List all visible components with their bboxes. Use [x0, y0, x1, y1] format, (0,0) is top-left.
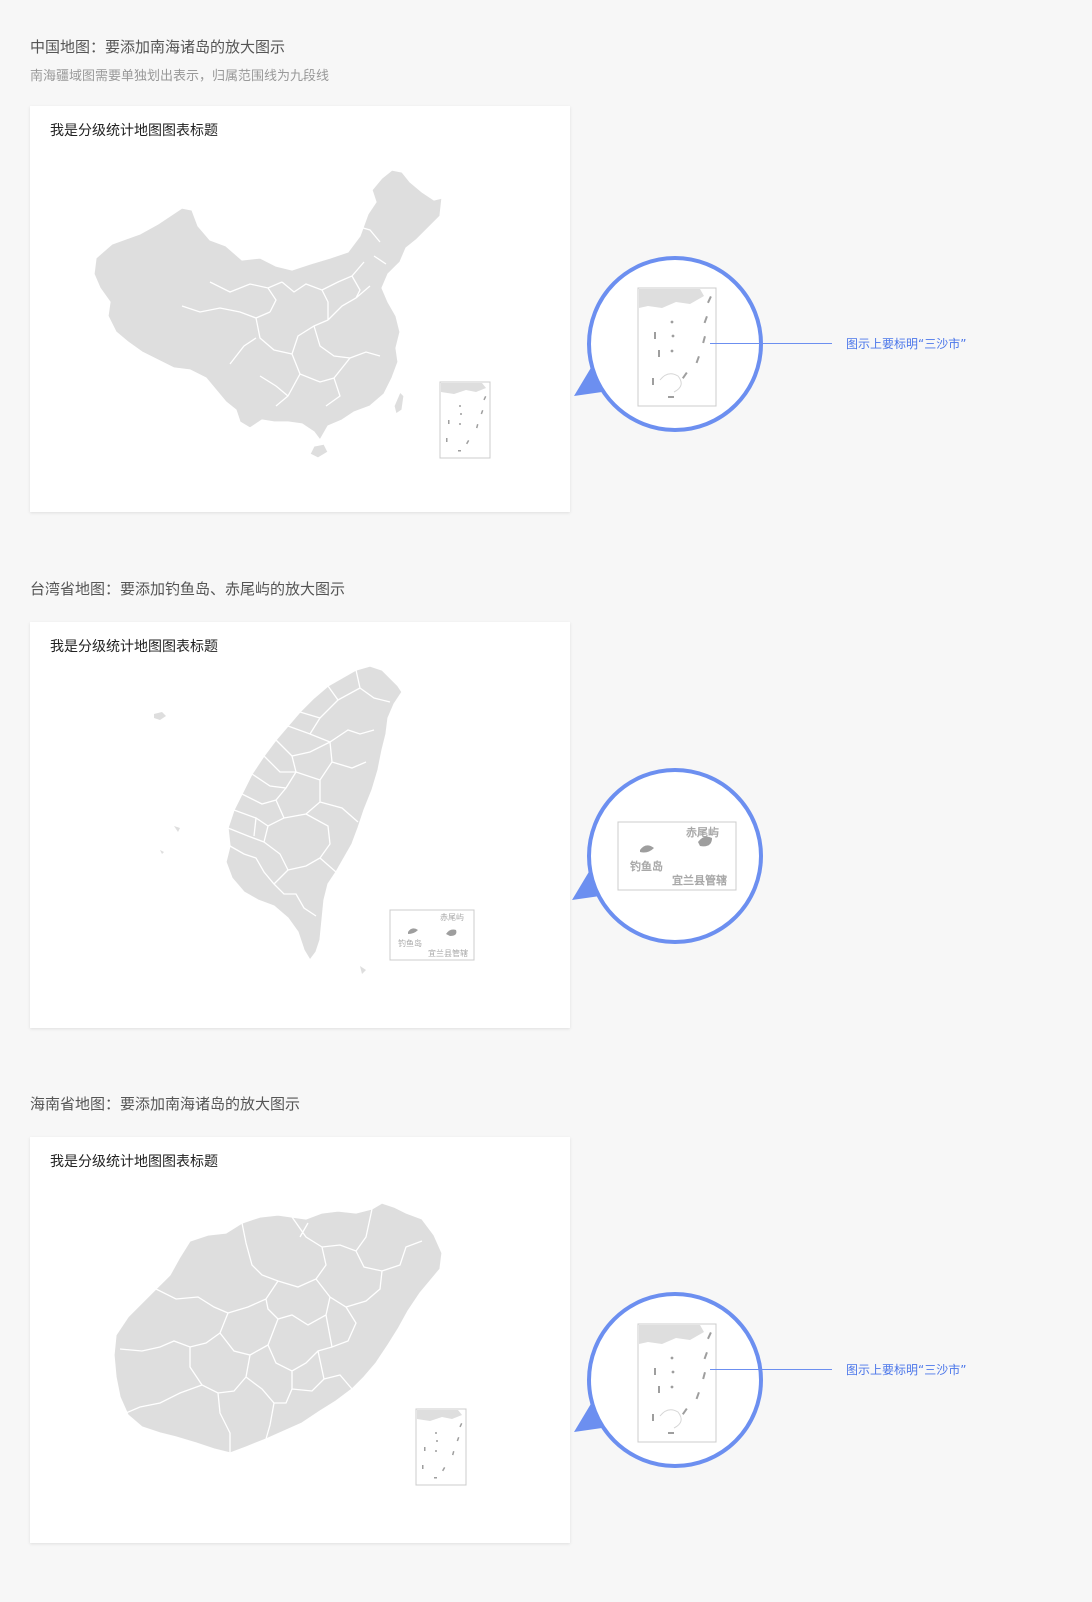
section-title-taiwan: 台湾省地图：要添加钓鱼岛、赤尾屿的放大图示 [30, 580, 346, 598]
taiwan-map: 赤尾屿 钓鱼岛 宜兰县管辖 [154, 665, 475, 974]
magnified-label-diaoyudao: 钓鱼岛 [630, 859, 663, 873]
diaoyu-magnified: 赤尾屿 钓鱼岛 宜兰县管辖 [617, 821, 737, 891]
magnified-label-chiweiyu: 赤尾屿 [686, 825, 719, 839]
taiwan-island [393, 390, 405, 415]
annotation-note-sansha-3: 图示上要标明“三沙市” [846, 1363, 967, 1377]
south-china-sea-inset [439, 381, 491, 459]
diaoyu-inset: 赤尾屿 钓鱼岛 宜兰县管辖 [389, 909, 475, 961]
annotation-leader-line-1 [710, 343, 832, 344]
magnifier-callout-1 [574, 256, 763, 432]
hainan-mainland [113, 1202, 443, 1454]
magnifier-callout-2: 赤尾屿 钓鱼岛 宜兰县管辖 [572, 768, 763, 944]
penghu-island [154, 712, 166, 720]
south-china-sea-inset-hainan [415, 1408, 467, 1486]
taiwan-map-card: 我是分级统计地图图表标题 赤尾屿 钓鱼岛 宜兰县管辖 [30, 622, 570, 1028]
south-china-sea-magnified [637, 287, 717, 407]
magnified-label-yilan: 宜兰县管辖 [672, 873, 727, 887]
annotation-note-sansha-1: 图示上要标明“三沙市” [846, 337, 967, 351]
inset-label-chiweiyu: 赤尾屿 [440, 913, 464, 922]
inset-label-diaoyudao: 钓鱼岛 [398, 938, 422, 948]
china-map [93, 169, 491, 459]
inset-label-yilan: 宜兰县管辖 [428, 948, 468, 958]
china-map-card: 我是分级统计地图图表标题 [30, 106, 570, 512]
section-title-hainan: 海南省地图：要添加南海诸岛的放大图示 [30, 1095, 301, 1113]
taiwan-mainland [225, 665, 403, 962]
hainan-map-card: 我是分级统计地图图表标题 [30, 1137, 570, 1543]
hainan-island [309, 443, 329, 459]
hainan-map [113, 1202, 467, 1486]
magnifier-callout-3 [574, 1292, 763, 1468]
section-subtitle-china: 南海疆域图需要单独划出表示，归属范围线为九段线 [30, 69, 330, 84]
annotation-leader-line-3 [710, 1369, 832, 1370]
section-title-china: 中国地图：要添加南海诸岛的放大图示 [30, 38, 286, 56]
south-china-sea-magnified-hainan [637, 1323, 717, 1443]
china-mainland [93, 169, 443, 442]
